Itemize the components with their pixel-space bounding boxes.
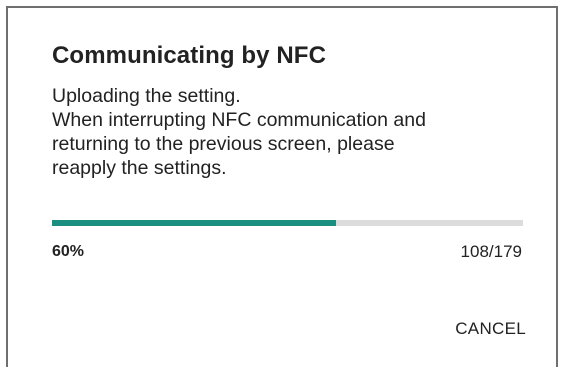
dialog-message: Uploading the setting. When interrupting…	[52, 84, 522, 180]
message-line: reapply the settings.	[52, 157, 227, 179]
dialog-title: Communicating by NFC	[52, 42, 327, 69]
message-line: Uploading the setting.	[52, 85, 241, 107]
nfc-dialog: Communicating by NFC Uploading the setti…	[6, 6, 558, 367]
progress-fill	[52, 220, 337, 226]
message-line: returning to the previous screen, please	[52, 133, 395, 155]
cancel-button[interactable]: CANCEL	[455, 319, 526, 339]
progress-bar	[52, 220, 523, 226]
progress-percent: 60%	[52, 243, 85, 260]
progress-count: 108/179	[460, 242, 522, 261]
message-line: When interrupting NFC communication and	[52, 109, 426, 131]
